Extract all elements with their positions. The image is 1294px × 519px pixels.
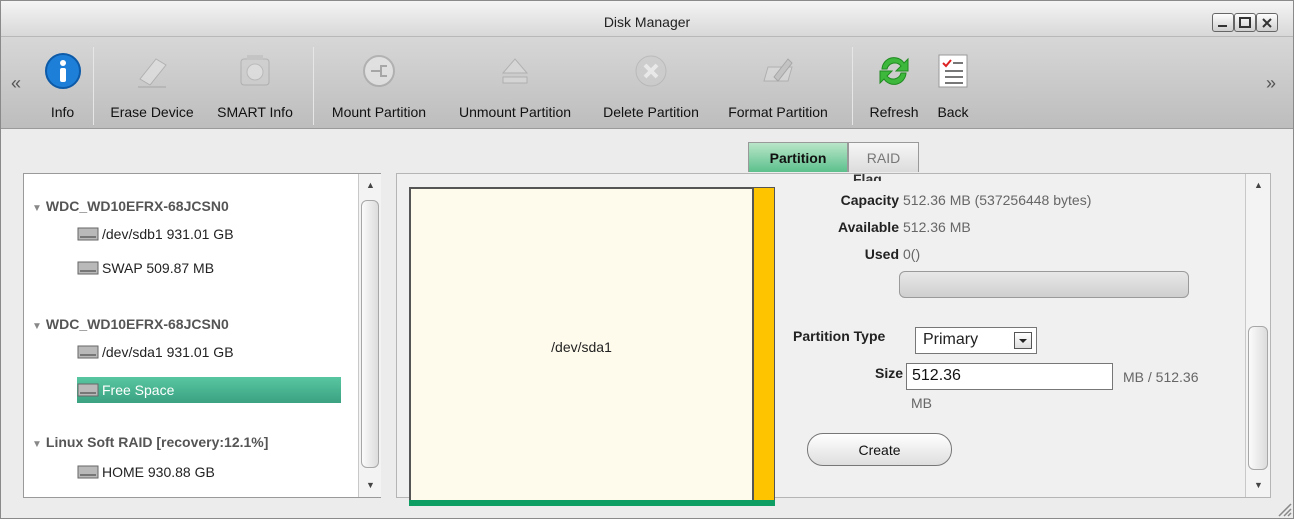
- tree-disk-node[interactable]: ▼ WDC_WD10EFRX-68JCSN0: [32, 198, 229, 214]
- delete-partition-button[interactable]: Delete Partition: [589, 45, 713, 125]
- tree-free-space-item[interactable]: Free Space: [77, 377, 341, 403]
- tree-partition-item[interactable]: /dev/sda1 931.01 GB: [77, 344, 234, 360]
- scroll-down-icon[interactable]: ▼: [1254, 480, 1263, 490]
- toolbar-separator: [852, 47, 853, 125]
- hard-drive-icon: [77, 383, 99, 397]
- tree-raid-node[interactable]: ▼ Linux Soft RAID [recovery:12.1%]: [32, 434, 268, 450]
- partition-block[interactable]: /dev/sda1: [409, 187, 754, 501]
- tree-partition-item[interactable]: HOME 930.88 GB: [77, 464, 215, 480]
- resize-grip-icon[interactable]: [1273, 498, 1293, 518]
- size-suffix-unit: MB: [911, 395, 932, 411]
- toolbar-separator: [93, 47, 94, 125]
- details-scroll-thumb[interactable]: [1248, 326, 1268, 470]
- disk-manager-window: Disk Manager « » Info Erase Device SMART…: [0, 0, 1294, 519]
- toolbar-scroll-left-icon[interactable]: «: [11, 73, 21, 94]
- available-row: Available 512.36 MB: [838, 219, 971, 235]
- refresh-button[interactable]: Refresh: [859, 45, 929, 125]
- disk-underline: [409, 500, 775, 506]
- scroll-down-icon[interactable]: ▼: [366, 480, 375, 490]
- window-title: Disk Manager: [603, 14, 691, 30]
- free-space-block[interactable]: [754, 187, 775, 501]
- minimize-button[interactable]: [1212, 13, 1234, 32]
- expand-arrow-icon[interactable]: ▼: [32, 203, 42, 214]
- partition-type-select[interactable]: Primary: [915, 327, 1037, 354]
- used-row: Used 0(): [864, 246, 921, 262]
- details-scrollbar[interactable]: ▲ ▼: [1245, 174, 1270, 497]
- partition-type-row: Partition Type: [793, 328, 886, 344]
- unmount-partition-button[interactable]: Unmount Partition: [441, 45, 589, 125]
- create-button[interactable]: Create: [807, 433, 952, 466]
- delete-x-icon: [635, 55, 667, 87]
- disk-chip-icon: [240, 55, 270, 86]
- toolbar-scroll-right-icon[interactable]: »: [1266, 73, 1276, 94]
- maximize-button[interactable]: [1234, 13, 1256, 32]
- size-input[interactable]: 512.36: [906, 363, 1113, 390]
- size-suffix: MB / 512.36: [1123, 369, 1199, 385]
- eraser-icon: [138, 58, 167, 88]
- back-button[interactable]: Back: [927, 45, 979, 125]
- used-progress-bar: [899, 271, 1189, 298]
- toolbar-separator: [313, 47, 314, 125]
- tree-disk-node[interactable]: ▼ WDC_WD10EFRX-68JCSN0: [32, 316, 229, 332]
- tree-partition-item[interactable]: /dev/sdb1 931.01 GB: [77, 226, 234, 242]
- info-button[interactable]: Info: [35, 45, 90, 125]
- disk-tree: ▼ WDC_WD10EFRX-68JCSN0 /dev/sdb1 931.01 G…: [23, 173, 381, 498]
- hard-drive-icon: [77, 465, 99, 479]
- erase-device-button[interactable]: Erase Device: [101, 45, 203, 125]
- tree-partition-item[interactable]: SWAP 509.87 MB: [77, 260, 214, 276]
- toolbar: « » Info Erase Device SMART Info Mount P…: [1, 37, 1293, 129]
- refresh-icon: [879, 57, 909, 85]
- scroll-up-icon[interactable]: ▲: [1254, 180, 1263, 190]
- expand-arrow-icon[interactable]: ▼: [32, 439, 42, 450]
- flag-label: Flag: [853, 171, 882, 181]
- chevron-down-icon[interactable]: [1014, 332, 1032, 349]
- partition-map: /dev/sda1: [409, 187, 775, 506]
- eject-icon: [501, 58, 529, 84]
- pencil-format-icon: [763, 58, 793, 82]
- scroll-up-icon[interactable]: ▲: [366, 180, 375, 190]
- info-icon: [44, 53, 81, 89]
- title-bar[interactable]: Disk Manager: [1, 1, 1293, 37]
- plug-icon: [363, 55, 395, 87]
- tab-raid[interactable]: RAID: [848, 142, 919, 172]
- hard-drive-icon: [77, 227, 99, 241]
- tab-partition[interactable]: Partition: [748, 142, 848, 172]
- expand-arrow-icon[interactable]: ▼: [32, 321, 42, 332]
- tree-scrollbar[interactable]: ▲ ▼: [358, 174, 381, 497]
- smart-info-button[interactable]: SMART Info: [207, 45, 303, 125]
- close-button[interactable]: [1256, 13, 1278, 32]
- capacity-row: Capacity 512.36 MB (537256448 bytes): [840, 192, 1092, 208]
- hard-drive-icon: [77, 261, 99, 275]
- mount-partition-button[interactable]: Mount Partition: [319, 45, 439, 125]
- format-partition-button[interactable]: Format Partition: [714, 45, 842, 125]
- tree-scroll-thumb[interactable]: [361, 200, 379, 468]
- size-label: Size: [875, 365, 904, 381]
- checklist-icon: [938, 54, 968, 88]
- hard-drive-icon: [77, 345, 99, 359]
